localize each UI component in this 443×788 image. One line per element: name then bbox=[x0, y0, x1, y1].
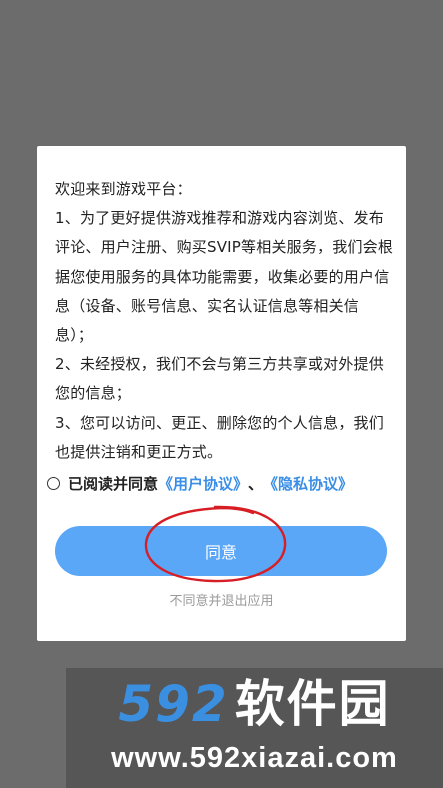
policy-item-1: 1、为了更好提供游戏推荐和游戏内容浏览、发布评论、用户注册、购买SVIP等相关服… bbox=[55, 209, 394, 345]
privacy-agreement-link[interactable]: 《隐私协议》 bbox=[263, 473, 353, 494]
agree-radio[interactable] bbox=[47, 476, 60, 490]
dialog-body: 欢迎来到游戏平台： 1、为了更好提供游戏推荐和游戏内容浏览、发布评论、用户注册、… bbox=[55, 175, 395, 467]
site-watermark: 592 软件园 www.592xiazai.com bbox=[66, 668, 443, 788]
separator-text: 、 bbox=[248, 474, 264, 493]
privacy-dialog: 欢迎来到游戏平台： 1、为了更好提供游戏推荐和游戏内容浏览、发布评论、用户注册、… bbox=[37, 146, 406, 641]
agreement-row: 已阅读并同意 《用户协议》 、 《隐私协议》 bbox=[47, 469, 402, 497]
policy-item-3: 3、您可以访问、更正、删除您的个人信息，我们也提供注销和更正方式。 bbox=[55, 413, 384, 461]
agree-prefix-text: 已阅读并同意 bbox=[68, 474, 159, 493]
watermark-logo: 592 软件园 bbox=[66, 674, 443, 734]
watermark-name: 软件园 bbox=[234, 675, 391, 733]
greeting-text: 欢迎来到游戏平台： bbox=[55, 180, 192, 198]
user-agreement-link[interactable]: 《用户协议》 bbox=[158, 473, 248, 494]
disagree-exit-link[interactable]: 不同意并退出应用 bbox=[37, 590, 406, 609]
watermark-url: www.592xiazai.com bbox=[111, 742, 398, 774]
watermark-number: 592 bbox=[118, 675, 229, 733]
agree-button[interactable]: 同意 bbox=[55, 526, 387, 576]
policy-item-2: 2、未经授权，我们不会与第三方共享或对外提供您的信息； bbox=[55, 355, 384, 403]
